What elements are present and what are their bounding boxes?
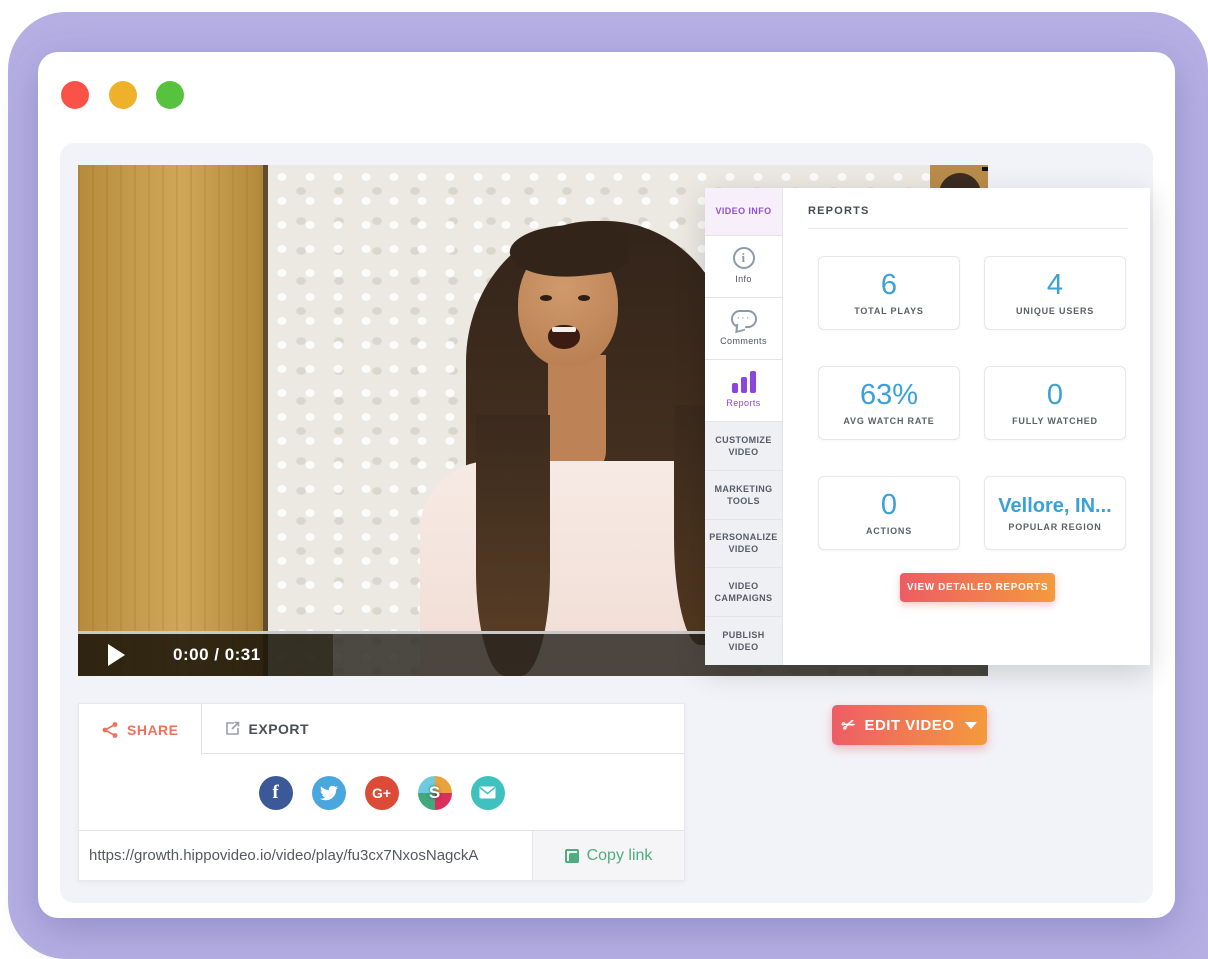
sidebar-item-label: VIDEO INFO (715, 205, 771, 217)
facebook-icon: f (272, 782, 278, 804)
video-scene-door (78, 165, 263, 676)
reports-panel-title: REPORTS (808, 205, 870, 217)
google-plus-share-button[interactable]: G+ (365, 776, 399, 810)
share-nodes-icon (101, 721, 119, 739)
video-person-neck (548, 355, 606, 475)
edit-video-label: EDIT VIDEO (864, 717, 954, 734)
tab-label: SHARE (127, 722, 179, 738)
video-person-eye (578, 295, 590, 301)
reports-panel: REPORTS 6 TOTAL PLAYS 4 UNIQUE USERS 63%… (783, 188, 1150, 665)
video-person-teeth (552, 327, 576, 332)
tab-label: EXPORT (249, 721, 310, 737)
stat-card-popular-region: Vellore, IN... POPULAR REGION (984, 476, 1126, 550)
scissors-icon: ✂ (839, 713, 859, 737)
view-detailed-reports-button[interactable]: VIEW DETAILED REPORTS (900, 573, 1055, 602)
sidebar-item-video-info[interactable]: VIDEO INFO (705, 188, 782, 236)
marketing-screenshot: 0:00 / 0:31 VIDEO INFO i Info ··· Commen… (0, 0, 1208, 959)
stat-value: 0 (1047, 380, 1063, 412)
stat-card-unique-users: 4 UNIQUE USERS (984, 256, 1126, 330)
tab-export[interactable]: EXPORT (202, 704, 332, 753)
stat-card-fully-watched: 0 FULLY WATCHED (984, 366, 1126, 440)
facebook-share-button[interactable]: f (259, 776, 293, 810)
video-time: 0:00 / 0:31 (173, 645, 261, 665)
stat-value: 6 (881, 270, 897, 302)
sidebar-item-label: PERSONALIZE VIDEO (709, 531, 778, 555)
video-url-field[interactable]: https://growth.hippovideo.io/video/play/… (79, 831, 532, 880)
stat-value: 63% (860, 380, 918, 412)
export-icon (224, 720, 241, 737)
share-card: SHARE EXPORT f G+ (78, 703, 685, 881)
webcam-bubble-marker (982, 167, 988, 171)
comments-icon: ··· (731, 310, 757, 328)
stat-label: POPULAR REGION (1008, 522, 1101, 532)
share-tab-row: SHARE EXPORT (79, 704, 684, 754)
sidebar-item-label: CUSTOMIZE VIDEO (709, 434, 778, 458)
sidebar-item-reports[interactable]: Reports (705, 360, 782, 422)
stat-label: ACTIONS (866, 526, 912, 536)
sidebar-item-label: VIDEO CAMPAIGNS (709, 580, 778, 604)
sidebar-item-label: Comments (720, 335, 767, 347)
twitter-share-button[interactable] (312, 776, 346, 810)
stat-value: 0 (881, 490, 897, 522)
window-minimize-dot[interactable] (109, 81, 137, 109)
sidebar-item-customize-video[interactable]: CUSTOMIZE VIDEO (705, 422, 782, 471)
slack-share-button[interactable]: S (418, 776, 452, 810)
email-share-button[interactable] (471, 776, 505, 810)
sidebar-item-label: PUBLISH VIDEO (709, 629, 778, 653)
copy-link-label: Copy link (587, 847, 653, 865)
stat-label: UNIQUE USERS (1016, 306, 1094, 316)
reports-divider (808, 228, 1128, 229)
info-icon: i (733, 247, 755, 269)
video-info-sidebar: VIDEO INFO i Info ··· Comments Reports C… (705, 188, 783, 665)
video-info-overlay: VIDEO INFO i Info ··· Comments Reports C… (705, 188, 1150, 665)
slack-icon: S (429, 783, 440, 803)
copy-link-button[interactable]: Copy link (532, 831, 684, 880)
stat-label: FULLY WATCHED (1012, 416, 1098, 426)
envelope-icon (479, 786, 496, 799)
sidebar-item-personalize-video[interactable]: PERSONALIZE VIDEO (705, 520, 782, 569)
sidebar-item-comments[interactable]: ··· Comments (705, 298, 782, 360)
chevron-down-icon (965, 722, 977, 729)
sidebar-item-info[interactable]: i Info (705, 236, 782, 298)
stat-card-total-plays: 6 TOTAL PLAYS (818, 256, 960, 330)
stat-value: Vellore, IN... (998, 495, 1111, 517)
sidebar-item-marketing-tools[interactable]: MARKETING TOOLS (705, 471, 782, 520)
play-icon[interactable] (108, 644, 125, 666)
sidebar-item-video-campaigns[interactable]: VIDEO CAMPAIGNS (705, 568, 782, 617)
copy-icon (565, 849, 579, 863)
window-maximize-dot[interactable] (156, 81, 184, 109)
share-url-row: https://growth.hippovideo.io/video/play/… (79, 830, 684, 880)
google-plus-icon: G+ (372, 785, 391, 801)
reports-bars-icon (732, 371, 756, 393)
video-person-eye (540, 295, 552, 301)
window-close-dot[interactable] (61, 81, 89, 109)
tab-share[interactable]: SHARE (79, 704, 202, 755)
sidebar-item-label: MARKETING TOOLS (709, 483, 778, 507)
sidebar-item-publish-video[interactable]: PUBLISH VIDEO (705, 617, 782, 665)
sidebar-item-label: Info (735, 273, 752, 285)
social-share-row: f G+ S (79, 754, 684, 831)
stat-card-actions: 0 ACTIONS (818, 476, 960, 550)
stat-label: AVG WATCH RATE (843, 416, 934, 426)
stat-value: 4 (1047, 270, 1063, 302)
edit-video-button[interactable]: ✂ EDIT VIDEO (832, 705, 987, 745)
stat-label: TOTAL PLAYS (854, 306, 923, 316)
twitter-bird-icon (320, 784, 338, 802)
sidebar-item-label: Reports (726, 397, 760, 409)
stat-card-avg-watch-rate: 63% AVG WATCH RATE (818, 366, 960, 440)
